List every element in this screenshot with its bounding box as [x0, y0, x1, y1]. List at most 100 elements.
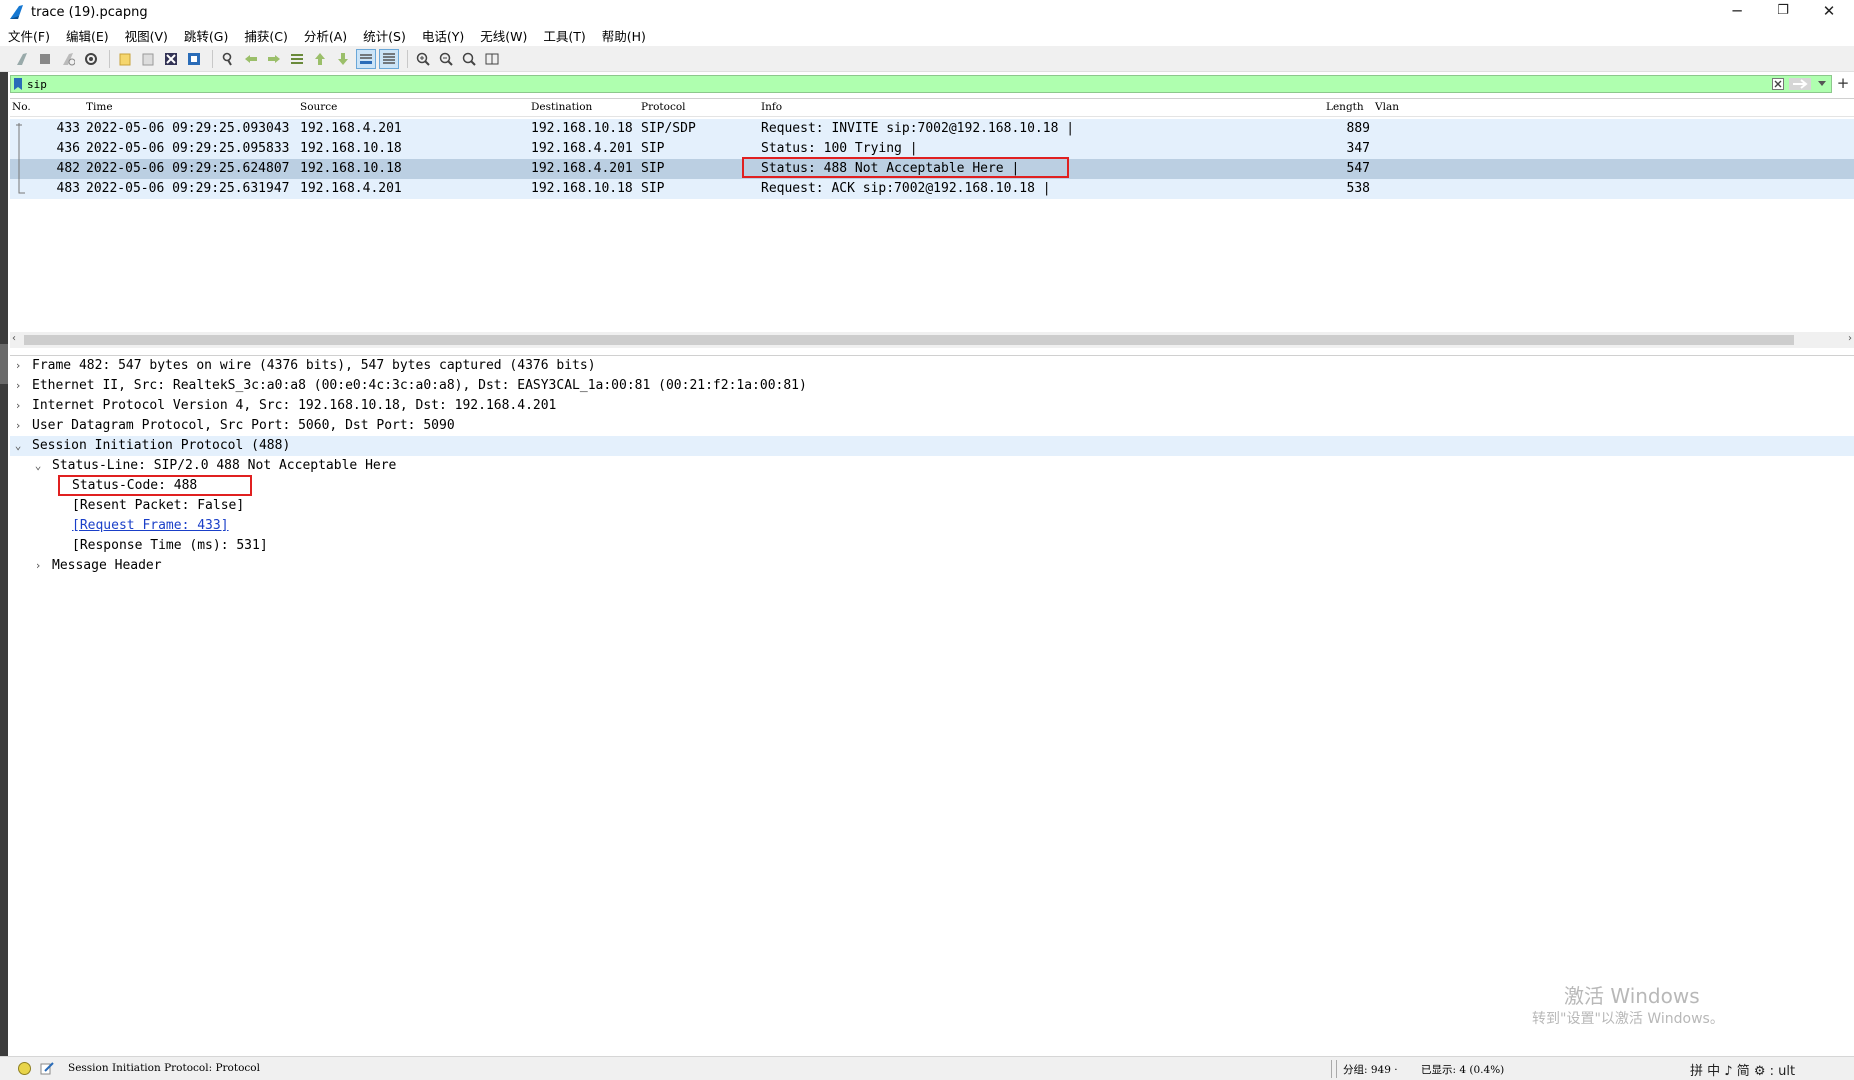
go-to-packet-icon[interactable]: [287, 49, 307, 69]
menu-analyze[interactable]: 分析(A): [304, 26, 347, 45]
add-filter-button-plus-icon[interactable]: +: [1834, 75, 1852, 93]
packet-source: 192.168.4.201: [300, 181, 402, 196]
scroll-left-icon[interactable]: ‹: [12, 333, 16, 344]
stop-capture-icon[interactable]: [35, 49, 55, 69]
restart-capture-icon[interactable]: [58, 49, 78, 69]
tree-item-frame[interactable]: › Frame 482: 547 bytes on wire (4376 bit…: [10, 356, 1854, 376]
packet-row[interactable]: 483 2022-05-06 09:29:25.631947 192.168.4…: [10, 179, 1854, 199]
chevron-right-icon[interactable]: ›: [12, 396, 24, 416]
save-file-icon[interactable]: [138, 49, 158, 69]
tree-item-resent[interactable]: [Resent Packet: False]: [10, 496, 1854, 516]
packet-protocol: SIP: [641, 161, 665, 176]
bookmark-icon[interactable]: [11, 76, 25, 92]
tree-item-ethernet[interactable]: › Ethernet II, Src: RealtekS_3c:a0:a8 (0…: [10, 376, 1854, 396]
status-separator: [1331, 1060, 1332, 1078]
menu-wireless[interactable]: 无线(W): [480, 26, 527, 45]
column-header-source[interactable]: Source: [300, 101, 337, 113]
go-forward-icon[interactable]: [264, 49, 284, 69]
status-bar: Session Initiation Protocol: Protocol 分组…: [0, 1056, 1854, 1080]
left-window-strip: [0, 72, 8, 1056]
expert-info-led-icon[interactable]: [18, 1062, 31, 1075]
tree-item-response-time[interactable]: [Response Time (ms): 531]: [10, 536, 1854, 556]
menu-edit[interactable]: 编辑(E): [66, 26, 109, 45]
menu-telephony[interactable]: 电话(Y): [422, 26, 464, 45]
minimize-button[interactable]: ─: [1714, 0, 1760, 24]
packet-protocol: SIP: [641, 141, 665, 156]
request-frame-link[interactable]: [Request Frame: 433]: [72, 516, 229, 536]
last-packet-icon[interactable]: [333, 49, 353, 69]
packet-list-horizontal-scrollbar[interactable]: ‹ ›: [10, 332, 1854, 348]
capture-options-icon[interactable]: [81, 49, 101, 69]
tree-item-udp[interactable]: › User Datagram Protocol, Src Port: 5060…: [10, 416, 1854, 436]
column-header-vlan[interactable]: Vlan: [1375, 101, 1399, 113]
chevron-right-icon[interactable]: ›: [32, 556, 44, 576]
clear-filter-icon[interactable]: [1769, 76, 1787, 92]
menu-view[interactable]: 视图(V): [125, 26, 168, 45]
open-file-icon[interactable]: [115, 49, 135, 69]
column-header-protocol[interactable]: Protocol: [641, 101, 686, 113]
tree-item-label: Session Initiation Protocol (488): [32, 438, 291, 453]
tree-item-sip[interactable]: ⌄ Session Initiation Protocol (488): [10, 436, 1854, 456]
packet-list-header: No. Time Source Destination Protocol Inf…: [10, 99, 1854, 117]
normal-size-icon[interactable]: [459, 49, 479, 69]
tree-item-status-line[interactable]: ⌄ Status-Line: SIP/2.0 488 Not Acceptabl…: [10, 456, 1854, 476]
zoom-in-icon[interactable]: [413, 49, 433, 69]
zoom-out-icon[interactable]: [436, 49, 456, 69]
apply-filter-icon[interactable]: [1787, 76, 1813, 92]
menu-go[interactable]: 跳转(G): [184, 26, 228, 45]
packet-row[interactable]: 436 2022-05-06 09:29:25.095833 192.168.1…: [10, 139, 1854, 159]
resize-columns-icon[interactable]: [482, 49, 502, 69]
tree-item-ip[interactable]: › Internet Protocol Version 4, Src: 192.…: [10, 396, 1854, 416]
tree-item-label: Ethernet II, Src: RealtekS_3c:a0:a8 (00:…: [32, 378, 807, 393]
scrollbar-thumb[interactable]: [24, 335, 1794, 345]
chevron-right-icon[interactable]: ›: [12, 376, 24, 396]
menu-file[interactable]: 文件(F): [8, 26, 50, 45]
packet-time: 2022-05-06 09:29:25.631947: [86, 181, 290, 196]
menu-bar: 文件(F) 编辑(E) 视图(V) 跳转(G) 捕获(C) 分析(A) 统计(S…: [0, 24, 1854, 46]
column-header-time[interactable]: Time: [86, 101, 113, 113]
packet-time: 2022-05-06 09:29:25.624807: [86, 161, 290, 176]
activation-watermark-subtitle: 转到"设置"以激活 Windows。: [1532, 1011, 1724, 1027]
auto-scroll-icon[interactable]: [356, 48, 376, 69]
close-file-icon[interactable]: [161, 49, 181, 69]
close-button[interactable]: ✕: [1806, 0, 1852, 24]
edit-comment-icon[interactable]: [40, 1061, 54, 1075]
start-capture-icon[interactable]: [12, 49, 32, 69]
displayed-count: 已显示: 4 (0.4%): [1421, 1064, 1505, 1076]
packet-destination: 192.168.10.18: [531, 181, 633, 196]
tree-item-label: Message Header: [52, 558, 162, 573]
scroll-right-icon[interactable]: ›: [1848, 333, 1852, 344]
go-back-icon[interactable]: [241, 49, 261, 69]
chevron-right-icon[interactable]: ›: [12, 416, 24, 436]
tree-item-message-header[interactable]: › Message Header: [10, 556, 1854, 576]
chevron-down-icon[interactable]: ⌄: [12, 436, 24, 456]
chevron-right-icon[interactable]: ›: [12, 356, 24, 376]
menu-tools[interactable]: 工具(T): [543, 26, 585, 45]
packet-row[interactable]: 433 2022-05-06 09:29:25.093043 192.168.4…: [10, 119, 1854, 139]
menu-statistics[interactable]: 统计(S): [363, 26, 406, 45]
toolbar-separator: [109, 49, 110, 68]
reload-file-icon[interactable]: [184, 49, 204, 69]
chevron-down-icon[interactable]: ⌄: [32, 456, 44, 476]
column-header-length[interactable]: Length: [1326, 101, 1364, 113]
display-filter-bar: [10, 75, 1832, 93]
first-packet-icon[interactable]: [310, 49, 330, 69]
packet-length: 889: [1346, 121, 1370, 136]
display-filter-input[interactable]: [25, 76, 1769, 92]
tree-item-request-frame[interactable]: [Request Frame: 433]: [10, 516, 1854, 536]
tree-item-status-code[interactable]: Status-Code: 488: [10, 476, 1854, 496]
restore-button[interactable]: ❐: [1760, 0, 1806, 24]
colorize-icon[interactable]: [379, 48, 399, 69]
column-header-destination[interactable]: Destination: [531, 101, 592, 113]
filter-history-chevron-down-icon[interactable]: [1813, 76, 1831, 92]
column-header-info[interactable]: Info: [761, 101, 782, 113]
menu-capture[interactable]: 捕获(C): [244, 26, 287, 45]
tree-item-label: [Resent Packet: False]: [72, 498, 245, 513]
ime-toolbar[interactable]: 拼 中 ♪ 简 ⚙ : ult: [1690, 1060, 1795, 1079]
find-packet-icon[interactable]: [218, 49, 238, 69]
packet-source: 192.168.10.18: [300, 141, 402, 156]
packet-length: 538: [1346, 181, 1370, 196]
tree-item-label: User Datagram Protocol, Src Port: 5060, …: [32, 418, 455, 433]
menu-help[interactable]: 帮助(H): [602, 26, 646, 45]
column-header-no[interactable]: No.: [12, 101, 31, 113]
